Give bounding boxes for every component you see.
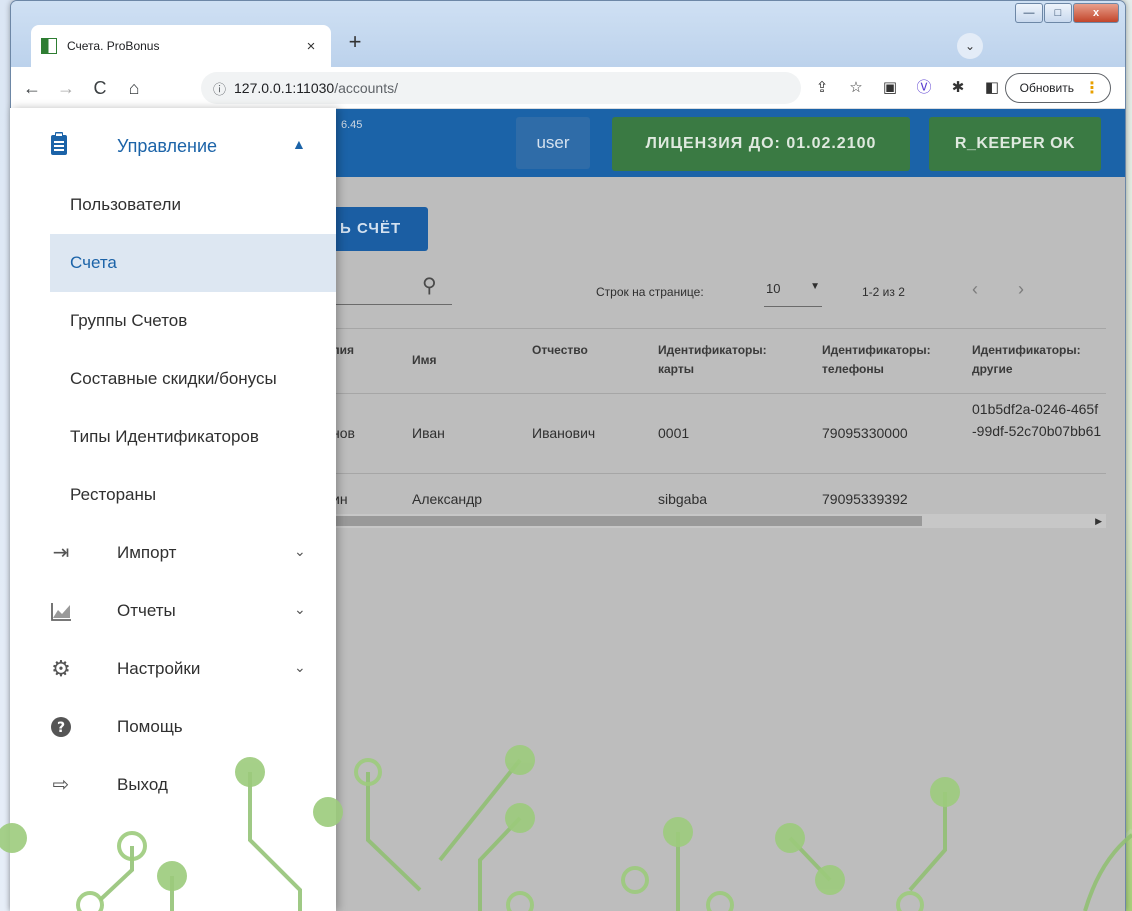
home-button[interactable]: ⌂: [121, 75, 147, 101]
svg-text:?: ?: [57, 720, 65, 736]
search-icon[interactable]: ⚲: [422, 273, 437, 298]
column-header[interactable]: Идентификаторы: карты: [658, 341, 798, 379]
column-header[interactable]: Отчество: [532, 341, 588, 360]
forward-button[interactable]: →: [53, 75, 79, 101]
browser-tab[interactable]: Счета. ProBonus ×: [31, 25, 331, 67]
help-icon: ?: [51, 717, 71, 737]
sidebar-item-settings[interactable]: ⚙ Настройки ⌄: [10, 642, 336, 698]
scrollbar-thumb[interactable]: [332, 516, 922, 526]
browser-titlebar: Счета. ProBonus × + ⌄ — □ x: [11, 1, 1125, 67]
extensions-bar: ⇪ ☆ ▣ Ⓥ ✱ ◧ ●: [811, 77, 1037, 99]
scroll-right-icon[interactable]: ▶: [1095, 514, 1102, 528]
favicon-icon: [41, 38, 57, 54]
close-tab-icon[interactable]: ×: [301, 38, 321, 55]
sidebar-item-accounts[interactable]: Счета: [50, 234, 336, 292]
rows-per-page-select[interactable]: 10 ▼: [764, 281, 822, 307]
vpn-extension-icon[interactable]: Ⓥ: [913, 77, 935, 99]
gear-icon: ⚙: [51, 656, 71, 681]
sidebar-item-label: Выход: [117, 775, 168, 794]
minimize-button[interactable]: —: [1015, 3, 1043, 23]
import-icon: ⇥: [52, 542, 70, 564]
user-button[interactable]: user: [516, 117, 590, 169]
table-cell: sibgaba: [658, 491, 708, 507]
tab-title: Счета. ProBonus: [67, 39, 160, 53]
table-cell: Иванович: [532, 425, 596, 441]
next-page-button[interactable]: ›: [1018, 279, 1024, 300]
search-input[interactable]: [332, 304, 452, 305]
clipboard-icon: [51, 132, 67, 155]
chevron-down-icon: ⌄: [294, 659, 306, 675]
dropdown-arrow-icon: ▼: [810, 281, 820, 292]
more-menu-icon: ⋮: [1084, 80, 1100, 97]
prev-page-button[interactable]: ‹: [972, 279, 978, 300]
sidebar-item-identifier-types[interactable]: Типы Идентификаторов: [50, 408, 336, 466]
sidebar-item-account-groups[interactable]: Группы Счетов: [50, 292, 336, 350]
close-window-button[interactable]: x: [1073, 3, 1119, 23]
sidebar-item-composite-discounts[interactable]: Составные скидки/бонусы: [50, 350, 336, 408]
new-tab-button[interactable]: +: [341, 29, 369, 57]
chevron-down-icon: ⌄: [294, 601, 306, 617]
pagination-range: 1-2 из 2: [862, 285, 905, 299]
sidebar-drawer: Управление ▲ Пользователи Счета Группы С…: [10, 108, 336, 911]
table-header: лия Имя Отчество Идентификаторы: карты И…: [332, 328, 1106, 394]
table-cell: 79095330000: [822, 425, 908, 441]
side-panel-icon[interactable]: ◧: [981, 77, 1003, 99]
table-cell: 79095339392: [822, 491, 908, 507]
rkeeper-status-badge: R_KEEPER OK: [929, 117, 1101, 171]
rows-per-page-value: 10: [766, 281, 781, 296]
sidebar-item-label: Помощь: [117, 717, 183, 736]
create-account-button[interactable]: Ь СЧЁТ: [332, 207, 428, 251]
version-label: 6.45: [341, 119, 363, 131]
table-cell: 01b5df2a-0246-465f-99df-52c70b07bb61: [972, 401, 1102, 439]
reload-button[interactable]: C: [87, 75, 113, 101]
sidebar-section-label: Управление: [117, 136, 218, 156]
site-info-icon[interactable]: ⓘ: [213, 79, 226, 98]
update-browser-button[interactable]: Обновить ⋮: [1004, 73, 1111, 103]
sidebar-item-reports[interactable]: Отчеты ⌄: [10, 584, 336, 640]
back-button[interactable]: ←: [19, 75, 45, 101]
horizontal-scrollbar[interactable]: ▶: [332, 514, 1106, 528]
sidebar-item-logout[interactable]: ⇨ Выход: [10, 758, 336, 814]
chevron-up-icon: ▲: [292, 136, 306, 152]
share-icon[interactable]: ⇪: [811, 77, 833, 99]
puzzle-extensions-icon[interactable]: ✱: [947, 77, 969, 99]
sidebar-section-management[interactable]: Управление ▲: [10, 118, 336, 174]
address-bar: ← → C ⌂ ⓘ 127.0.0.1:11030/accounts/ ⇪ ☆ …: [11, 67, 1125, 109]
chevron-down-icon: ⌄: [294, 543, 306, 559]
sidebar-item-restaurants[interactable]: Рестораны: [50, 466, 336, 524]
column-header[interactable]: Идентификаторы: другие: [972, 341, 1106, 379]
column-header[interactable]: Имя: [412, 351, 437, 370]
bookmark-star-icon[interactable]: ☆: [845, 77, 867, 99]
accounts-panel: Ь СЧЁТ ⚲ Строк на странице: 10 ▼ 1-2 из …: [331, 189, 1106, 911]
accounts-table: лия Имя Отчество Идентификаторы: карты И…: [332, 328, 1106, 528]
update-label: Обновить: [1019, 81, 1074, 95]
sidebar-item-label: Отчеты: [117, 601, 176, 620]
logout-icon: ⇨: [52, 774, 70, 796]
sidebar-item-users[interactable]: Пользователи: [50, 176, 336, 234]
chart-icon: [51, 603, 71, 621]
license-badge: ЛИЦЕНЗИЯ ДО: 01.02.2100: [612, 117, 910, 171]
column-header[interactable]: Идентификаторы: телефоны: [822, 341, 962, 379]
table-cell: Александр: [412, 491, 483, 507]
sidebar-item-import[interactable]: ⇥ Импорт ⌄: [10, 526, 336, 582]
extension-profile-icon[interactable]: ▣: [879, 77, 901, 99]
sidebar-item-label: Импорт: [117, 543, 177, 562]
maximize-button[interactable]: □: [1044, 3, 1072, 23]
table-cell: Иван: [412, 425, 445, 441]
rows-per-page-label: Строк на странице:: [596, 285, 704, 299]
window-controls: — □ x: [1015, 3, 1119, 23]
sidebar-item-help[interactable]: ? Помощь: [10, 700, 336, 756]
url-path: /accounts/: [334, 80, 399, 96]
url-input[interactable]: ⓘ 127.0.0.1:11030/accounts/: [201, 72, 801, 104]
url-host: 127.0.0.1:11030: [234, 80, 335, 96]
table-cell: 0001: [658, 425, 690, 441]
table-row[interactable]: нов Иван Иванович 0001 79095330000 01b5d…: [332, 394, 1106, 474]
sidebar-item-label: Настройки: [117, 659, 201, 678]
tab-search-button[interactable]: ⌄: [957, 33, 983, 59]
